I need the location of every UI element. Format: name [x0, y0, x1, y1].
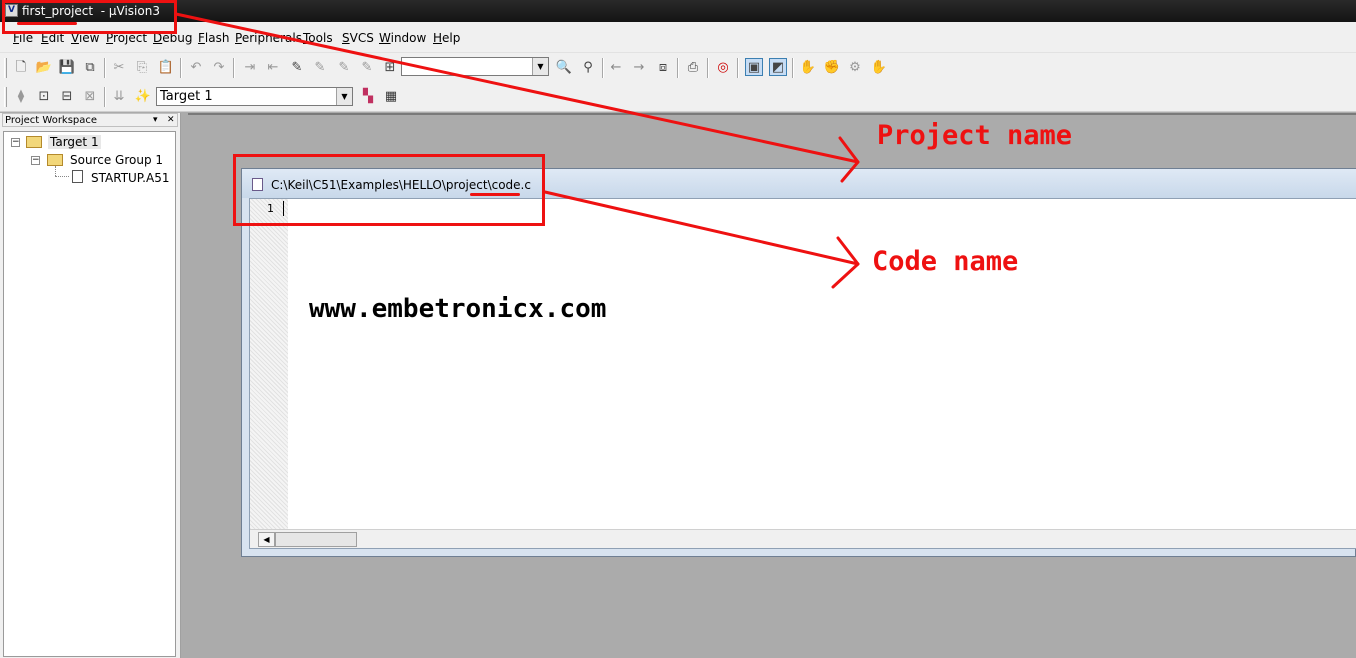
code-arrow-line: [543, 190, 860, 266]
uvision-window: V first_project - µVision3 File Edit Vie…: [0, 0, 1356, 658]
project-arrow-line: [174, 12, 860, 164]
project-name-annotation: Project name: [877, 120, 1073, 151]
annotation-arrows: [174, 12, 860, 289]
code-name-annotation: Code name: [872, 246, 1019, 277]
